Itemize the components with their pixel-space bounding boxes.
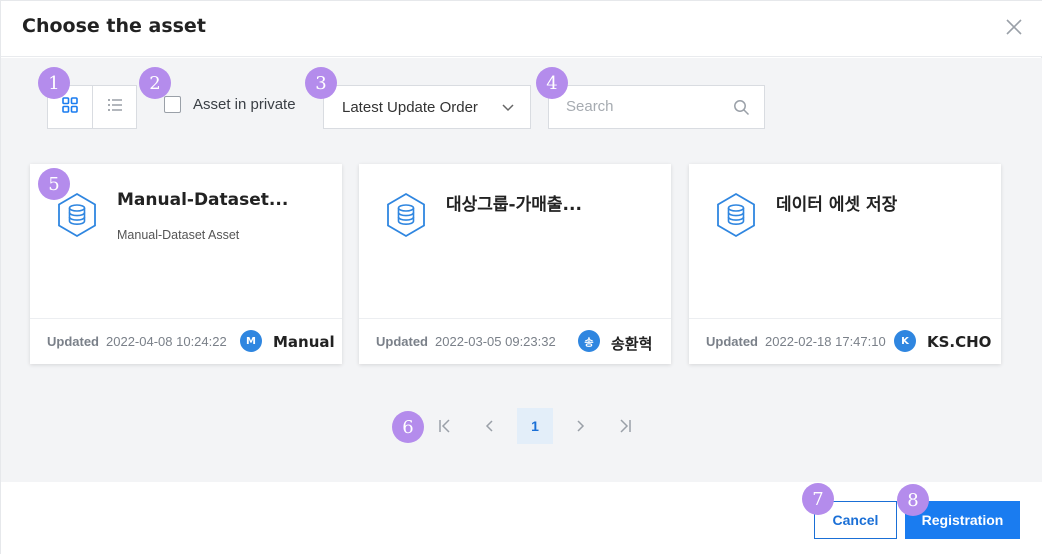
database-hexagon-icon	[715, 192, 757, 243]
search-box	[548, 85, 765, 129]
updated-label: Updated	[706, 334, 758, 349]
chevron-down-icon	[500, 99, 516, 120]
owner-name: Manual	[273, 333, 335, 351]
next-page-button[interactable]	[562, 408, 598, 444]
updated-label: Updated	[47, 334, 99, 349]
asset-name: Manual-Dataset...	[117, 190, 289, 210]
private-asset-toggle[interactable]: Asset in private	[164, 96, 296, 113]
dialog-title: Choose the asset	[22, 15, 206, 37]
annotation-badge: 1	[38, 67, 70, 99]
list-view-icon	[106, 96, 124, 119]
chevron-left-icon	[485, 420, 493, 432]
database-hexagon-icon	[385, 192, 427, 243]
last-page-button[interactable]	[607, 408, 643, 444]
asset-description: Manual-Dataset Asset	[117, 228, 240, 242]
asset-card-footer: Updated 2022-04-08 10:24:22 M Manual	[30, 318, 342, 364]
annotation-badge: 7	[802, 483, 834, 515]
dialog-footer: Cancel Registration	[1, 482, 1042, 554]
grid-view-icon	[61, 96, 79, 119]
avatar: M	[240, 330, 262, 352]
dialog-header: Choose the asset	[1, 1, 1042, 57]
updated-date: 2022-04-08 10:24:22	[106, 334, 227, 349]
annotation-badge: 2	[139, 67, 171, 99]
asset-card[interactable]: 대상그룹-가매출... Updated 2022-03-05 09:23:32 …	[359, 164, 671, 364]
list-view-button[interactable]	[92, 86, 136, 128]
choose-asset-dialog: Choose the asset Asset in private Latest…	[0, 0, 1042, 554]
search-input[interactable]	[566, 86, 726, 126]
sort-selected-value: Latest Update Order	[342, 98, 478, 116]
avatar: 송	[578, 330, 600, 352]
updated-label: Updated	[376, 334, 428, 349]
annotation-badge: 3	[305, 67, 337, 99]
first-page-button[interactable]	[427, 408, 463, 444]
close-icon[interactable]	[1003, 16, 1025, 38]
asset-card-footer: Updated 2022-03-05 09:23:32 송 송환혁	[359, 318, 671, 364]
sort-select[interactable]: Latest Update Order	[323, 85, 531, 129]
asset-name: 데이터 에셋 저장	[776, 195, 898, 215]
avatar: K	[894, 330, 916, 352]
dialog-body: Asset in private Latest Update Order Sea…	[1, 58, 1042, 482]
last-page-icon	[620, 419, 631, 433]
owner-name: 송환혁	[611, 335, 653, 353]
private-checkbox[interactable]	[164, 96, 181, 113]
private-label: Asset in private	[193, 96, 296, 113]
asset-card[interactable]: 데이터 에셋 저장 Updated 2022-02-18 17:47:10 K …	[689, 164, 1001, 364]
prev-page-button[interactable]	[472, 408, 508, 444]
first-page-icon	[439, 419, 450, 433]
owner-name: KS.CHO	[927, 333, 992, 351]
database-hexagon-icon	[56, 192, 98, 243]
pagination: 1	[427, 408, 652, 444]
annotation-badge: 8	[897, 484, 929, 516]
updated-date: 2022-02-18 17:47:10	[765, 334, 886, 349]
asset-name: 대상그룹-가매출...	[446, 195, 582, 215]
annotation-badge: 4	[536, 67, 568, 99]
chevron-right-icon	[577, 420, 585, 432]
asset-card-footer: Updated 2022-02-18 17:47:10 K KS.CHO	[689, 318, 1001, 364]
asset-card[interactable]: Manual-Dataset... Manual-Dataset Asset U…	[30, 164, 342, 364]
annotation-badge: 6	[392, 411, 424, 443]
search-icon[interactable]	[733, 99, 750, 121]
updated-date: 2022-03-05 09:23:32	[435, 334, 556, 349]
annotation-badge: 5	[38, 168, 70, 200]
page-number-button[interactable]: 1	[517, 408, 553, 444]
